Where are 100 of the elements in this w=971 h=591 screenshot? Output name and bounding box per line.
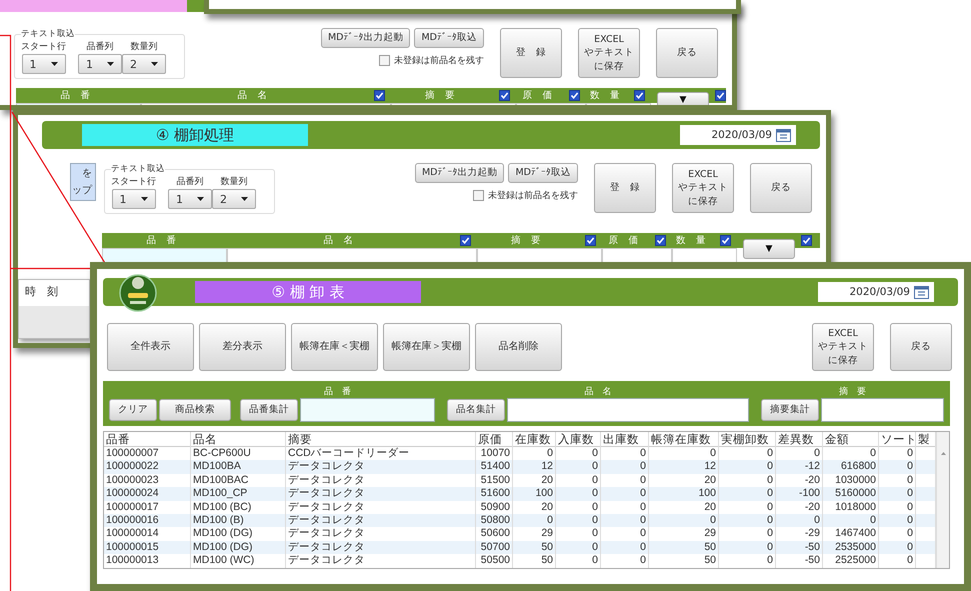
caret-icon [140, 197, 148, 201]
checkbox[interactable] [715, 90, 726, 101]
group-label: テキスト取込 [21, 28, 75, 40]
table-cell: 0 [776, 514, 823, 528]
column-header: 品 番 [146, 234, 178, 247]
table-cell: 100 [513, 487, 556, 501]
table-cell: 0 [556, 487, 601, 501]
entry-field[interactable] [477, 248, 602, 263]
action-button[interactable]: 戻る [890, 323, 952, 371]
action-button[interactable]: 登 録 [594, 163, 656, 213]
table-cell: 0 [823, 514, 879, 528]
dropdown-button[interactable]: ▼ [743, 239, 795, 259]
table-cell: 0 [879, 514, 916, 528]
table-cell: 12 [513, 460, 556, 474]
caret-icon [50, 62, 58, 66]
action-button[interactable]: 戻る [656, 28, 718, 78]
action-button[interactable]: 全件表示 [107, 323, 194, 371]
tool-button[interactable]: MDﾃﾞｰﾀ取込 [414, 28, 484, 48]
action-button[interactable]: EXCEL やテキストに保存 [578, 28, 640, 78]
dropdown[interactable]: 1 [22, 54, 66, 74]
column-header: ソート [879, 432, 916, 447]
table-cell: 100000016 [104, 514, 191, 528]
table-cell: MD100 (B) [191, 514, 286, 528]
action-button[interactable]: 登 録 [500, 28, 562, 78]
scrollbar[interactable] [936, 432, 949, 568]
dropdown[interactable]: 2 [212, 189, 256, 209]
window-title: ⑤ 棚 卸 表 [195, 281, 421, 303]
action-button[interactable]: 帳簿在庫＜実棚 [291, 323, 378, 371]
table-cell: -100 [776, 487, 823, 501]
checkbox[interactable] [460, 235, 471, 246]
column-header: 数 量 [589, 89, 621, 102]
action-button[interactable]: EXCEL やテキストに保存 [812, 323, 874, 371]
action-button[interactable]: 差分表示 [199, 323, 286, 371]
input-field[interactable] [506, 398, 749, 422]
table-cell: 0 [879, 487, 916, 501]
table-cell: 0 [556, 554, 601, 568]
table-cell: 50800 [476, 514, 513, 528]
dropdown[interactable]: 1 [112, 189, 156, 209]
action-button[interactable]: 品名削除 [475, 323, 562, 371]
calendar-icon [914, 285, 929, 299]
tool-button[interactable]: MDﾃﾞｰﾀ取込 [508, 163, 578, 183]
date-field[interactable]: 2020/03/09 [818, 282, 934, 302]
checkbox[interactable] [634, 90, 645, 101]
checkbox[interactable] [569, 90, 580, 101]
clear-button[interactable]: クリア [109, 399, 157, 421]
checkbox[interactable] [473, 190, 484, 201]
action-button[interactable]: 帳簿在庫＞実棚 [383, 323, 470, 371]
table-cell: データコレクタ [286, 487, 476, 501]
entry-field[interactable] [227, 248, 477, 263]
caret-icon [107, 62, 114, 66]
dropdown[interactable]: 2 [122, 54, 166, 74]
table-cell: データコレクタ [286, 514, 476, 528]
tool-button[interactable]: MDﾃﾞｰﾀ出力起動 [320, 28, 410, 48]
dropdown-button[interactable]: ▼ [657, 92, 709, 105]
dropdown[interactable]: 1 [78, 54, 122, 74]
checkbox[interactable] [720, 235, 731, 246]
table-cell: 51400 [476, 460, 513, 474]
search-button[interactable]: 商品検索 [159, 399, 231, 421]
checkbox-label: 未登録は前品名を残す [394, 54, 484, 67]
table-cell: 100000024 [104, 487, 191, 501]
caret-icon [197, 197, 204, 201]
table-cell: 0 [601, 460, 649, 474]
checkbox[interactable] [374, 90, 385, 101]
table-cell: データコレクタ [286, 460, 476, 474]
total-button[interactable]: 品名集計 [446, 399, 505, 421]
action-button[interactable]: EXCEL やテキストに保存 [672, 163, 734, 213]
field-label: スタート行 [21, 41, 66, 53]
total-button[interactable]: 品番集計 [240, 399, 298, 421]
entry-field[interactable] [102, 248, 227, 263]
table-cell: 50500 [476, 554, 513, 568]
tool-button[interactable]: MDﾃﾞｰﾀ出力起動 [414, 163, 504, 183]
total-button[interactable]: 摘要集計 [760, 399, 819, 421]
entry-field[interactable] [602, 248, 672, 263]
table-cell: 0 [719, 460, 776, 474]
field-label: 摘 要 [838, 386, 867, 398]
date-field[interactable]: 2020/03/09 [680, 125, 796, 145]
table-cell: -50 [776, 540, 823, 554]
side-button[interactable]: を ップ [70, 163, 96, 201]
table-cell: -50 [776, 554, 823, 568]
dropdown[interactable]: 1 [168, 189, 212, 209]
field-label: 品 番 [322, 386, 352, 398]
table-cell: MD100 (DG) [191, 540, 286, 554]
field-label: 数量列 [130, 40, 158, 53]
table-cell: 0 [649, 514, 719, 528]
checkbox[interactable] [499, 90, 510, 101]
checkbox[interactable] [655, 235, 666, 246]
up-arrow-icon [940, 452, 946, 455]
table-cell: 100000013 [104, 554, 191, 568]
checkbox[interactable] [585, 235, 596, 246]
column-header: 品 名 [236, 89, 268, 102]
table-cell: 50 [513, 540, 556, 554]
entry-field[interactable] [672, 248, 737, 263]
table-cell: 0 [601, 514, 649, 528]
input-field[interactable] [820, 398, 944, 422]
checkbox[interactable] [379, 55, 390, 66]
table-cell: 0 [513, 514, 556, 528]
input-field[interactable] [300, 398, 435, 422]
checkbox[interactable] [801, 235, 812, 246]
table-cell: 51600 [476, 487, 513, 501]
action-button[interactable]: 戻る [750, 163, 812, 213]
